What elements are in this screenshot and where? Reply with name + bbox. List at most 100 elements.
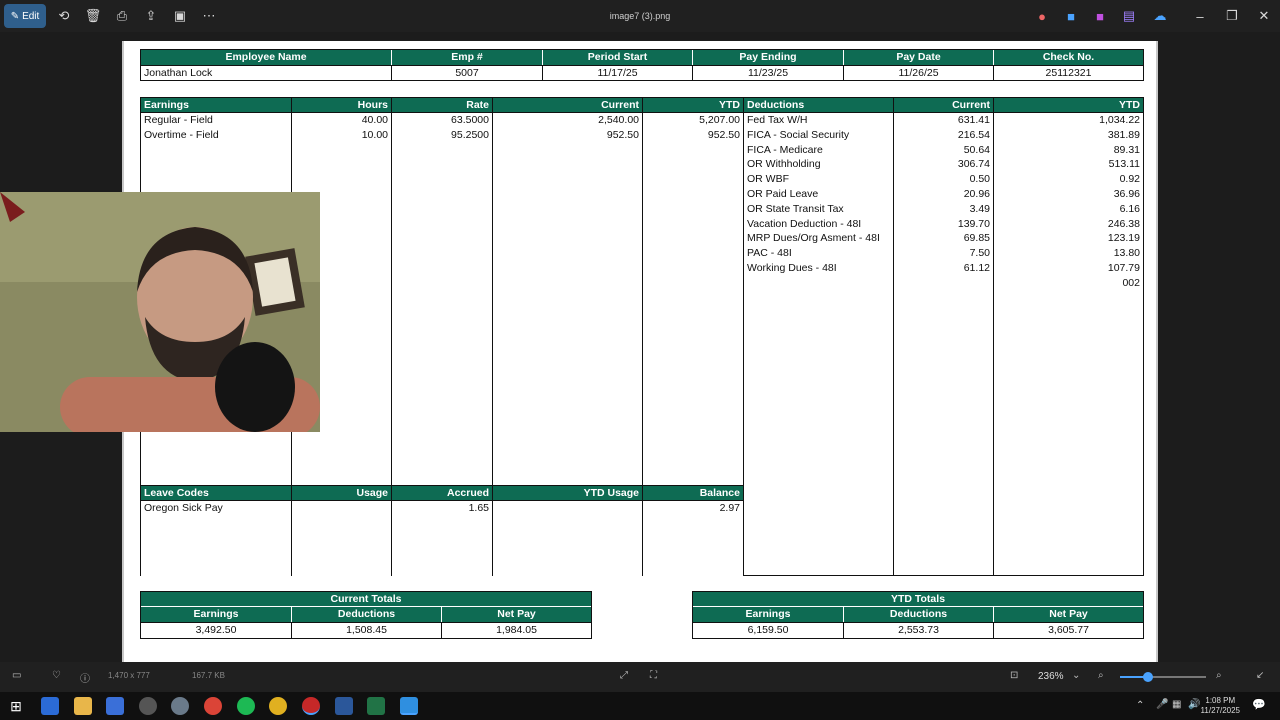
hours-header: Hours xyxy=(292,98,391,113)
maximize-icon[interactable]: ❐ xyxy=(1222,4,1242,28)
clipchamp-icon[interactable]: ■ xyxy=(1092,4,1108,28)
leave-ytd-usage xyxy=(493,501,642,516)
deduction-current: 50.64 xyxy=(963,143,990,156)
earnings-row: Regular - Field xyxy=(144,114,213,126)
designer-icon[interactable]: ■ xyxy=(1063,4,1079,28)
ytd-value: 952.50 xyxy=(707,128,740,141)
zoom-level[interactable]: 236% xyxy=(1038,671,1064,682)
deduction-current-header: Current xyxy=(894,98,993,113)
leave-table: Leave Codes Oregon Sick Pay Usage Accrue… xyxy=(141,485,744,576)
current-header: Current xyxy=(493,98,642,113)
deduction-current: 61.12 xyxy=(963,261,990,274)
current-deductions: 1,508.45 xyxy=(292,623,442,638)
word-icon[interactable] xyxy=(335,697,353,715)
deduction-ytd: 0.92 xyxy=(1119,173,1140,186)
current-earnings: 3,492.50 xyxy=(141,623,292,638)
zoom-out-icon[interactable]: ⌕ xyxy=(1098,670,1104,681)
leave-code-col: Leave Codes Oregon Sick Pay xyxy=(141,486,292,576)
leave-ytd-usage-col: YTD Usage xyxy=(493,486,643,576)
hours-value: 10.00 xyxy=(361,128,388,141)
rotate-icon[interactable]: ⟲ xyxy=(54,4,74,28)
ytd-value: 5,207.00 xyxy=(699,114,740,126)
favorite-icon[interactable]: ♡ xyxy=(52,670,61,681)
zoom-slider[interactable] xyxy=(1120,672,1206,682)
share-icon[interactable]: ⇪ xyxy=(141,4,161,28)
zoom-slider-thumb[interactable] xyxy=(1143,672,1153,682)
paint-icon[interactable]: ▤ xyxy=(1121,4,1137,28)
leave-accrued-col: Accrued 1.65 xyxy=(392,486,493,576)
status-bar: ▭ ♡ ⓘ 1,470 x 777 167.7 KB ⤢ ⛶ ⊡ 236% ⌄ … xyxy=(0,662,1280,692)
deduction-current: 20.96 xyxy=(963,187,990,200)
pay-ending: 11/23/25 xyxy=(693,66,844,81)
minimize-icon[interactable]: – xyxy=(1190,4,1210,28)
deduction-current: 139.70 xyxy=(957,217,990,230)
info-icon[interactable]: ⓘ xyxy=(80,670,90,685)
chevron-down-icon[interactable]: ⌄ xyxy=(1072,670,1080,681)
app-icon[interactable] xyxy=(269,697,287,715)
file-explorer-icon[interactable] xyxy=(74,697,92,715)
deduction-ytd-col: YTD 1,034.22 381.89 89.31 513.11 0.92 36… xyxy=(994,98,1143,575)
actual-size-icon[interactable]: ⊡ xyxy=(1010,670,1018,681)
deduction-ytd: 107.79 xyxy=(1107,261,1140,274)
deduction-ytd: 13.80 xyxy=(1113,247,1140,260)
photos-app-icon[interactable] xyxy=(41,697,59,715)
deduction-ytd: 1,034.22 xyxy=(1099,114,1140,126)
fullscreen-icon[interactable]: ⛶ xyxy=(650,670,657,681)
webcam-overlay xyxy=(0,192,320,432)
start-icon[interactable]: ⊞ xyxy=(7,697,25,715)
deductions-header: Deductions xyxy=(744,98,893,113)
print-icon[interactable]: ⎙ xyxy=(112,4,132,28)
deduction-current: 216.54 xyxy=(957,128,990,141)
leave-usage-col: Usage xyxy=(292,486,392,576)
settings-icon[interactable] xyxy=(139,697,157,715)
close-icon[interactable]: ✕ xyxy=(1254,4,1274,28)
tray-chevron-icon[interactable]: ⌃ xyxy=(1136,700,1144,711)
deduction-ytd-header: YTD xyxy=(994,98,1143,113)
deduction-name: Vacation Deduction - 48I xyxy=(747,217,862,230)
slideshow-icon[interactable]: ▣ xyxy=(170,4,190,28)
ytd-totals-title: YTD Totals xyxy=(693,592,1143,607)
filmstrip-icon[interactable]: ▭ xyxy=(12,670,21,681)
onedrive-icon[interactable]: ☁ xyxy=(1150,4,1170,28)
rate-header: Rate xyxy=(392,98,492,113)
image-canvas[interactable]: Employee Name Emp # Period Start Pay End… xyxy=(0,32,1280,662)
leave-code: Oregon Sick Pay xyxy=(144,502,223,514)
photos-open-icon[interactable] xyxy=(400,697,418,715)
filesize-text: 167.7 KB xyxy=(192,671,225,680)
network-icon[interactable]: ▦ xyxy=(1172,699,1181,710)
leave-balance: 2.97 xyxy=(719,502,740,514)
current-net-pay: 1,984.05 xyxy=(496,624,537,636)
ytd-usage-header: YTD Usage xyxy=(493,486,642,501)
copilot-icon[interactable]: ● xyxy=(1034,4,1050,28)
deduction-current: 3.49 xyxy=(969,202,990,215)
dimensions-text: 1,470 x 777 xyxy=(108,671,150,680)
deduction-ytd: 513.11 xyxy=(1108,158,1140,171)
spotify-icon[interactable] xyxy=(237,697,255,715)
deduction-ytd: 6.16 xyxy=(1119,202,1140,215)
volume-icon[interactable]: 🔊 xyxy=(1188,699,1200,710)
excel-icon[interactable] xyxy=(367,697,385,715)
hours-value: 40.00 xyxy=(361,114,388,126)
edit-button[interactable]: ✎ Edit xyxy=(4,4,46,28)
zoom-in-icon[interactable]: ⌕ xyxy=(1216,670,1222,681)
chrome-icon[interactable] xyxy=(204,697,222,715)
deduction-current: 69.85 xyxy=(963,232,990,245)
fit-icon[interactable]: ⤢ xyxy=(620,670,628,681)
tool-icon[interactable] xyxy=(171,697,189,715)
clock[interactable]: 1:08 PM 11/27/2025 xyxy=(1201,696,1240,716)
header-col: Period Start xyxy=(543,50,693,65)
deduction-ytd: 123.19 xyxy=(1107,232,1140,245)
recording-app-icon[interactable] xyxy=(302,697,320,715)
delete-icon[interactable]: 🗑 xyxy=(83,4,103,28)
more-icon[interactable]: ⋯ xyxy=(199,4,219,28)
deduction-current: 7.50 xyxy=(969,247,990,260)
totals-col: Earnings xyxy=(141,607,292,622)
ytd-header: YTD xyxy=(643,98,743,113)
deduction-ytd: 89.31 xyxy=(1113,143,1140,156)
notification-icon[interactable]: 💬 xyxy=(1252,698,1266,711)
collapse-icon[interactable]: ↙ xyxy=(1256,670,1264,681)
calculator-icon[interactable] xyxy=(106,697,124,715)
microphone-icon[interactable]: 🎤 xyxy=(1156,699,1168,710)
deduction-name: PAC - 48I xyxy=(747,247,792,260)
deduction-ytd: 246.38 xyxy=(1107,217,1140,230)
